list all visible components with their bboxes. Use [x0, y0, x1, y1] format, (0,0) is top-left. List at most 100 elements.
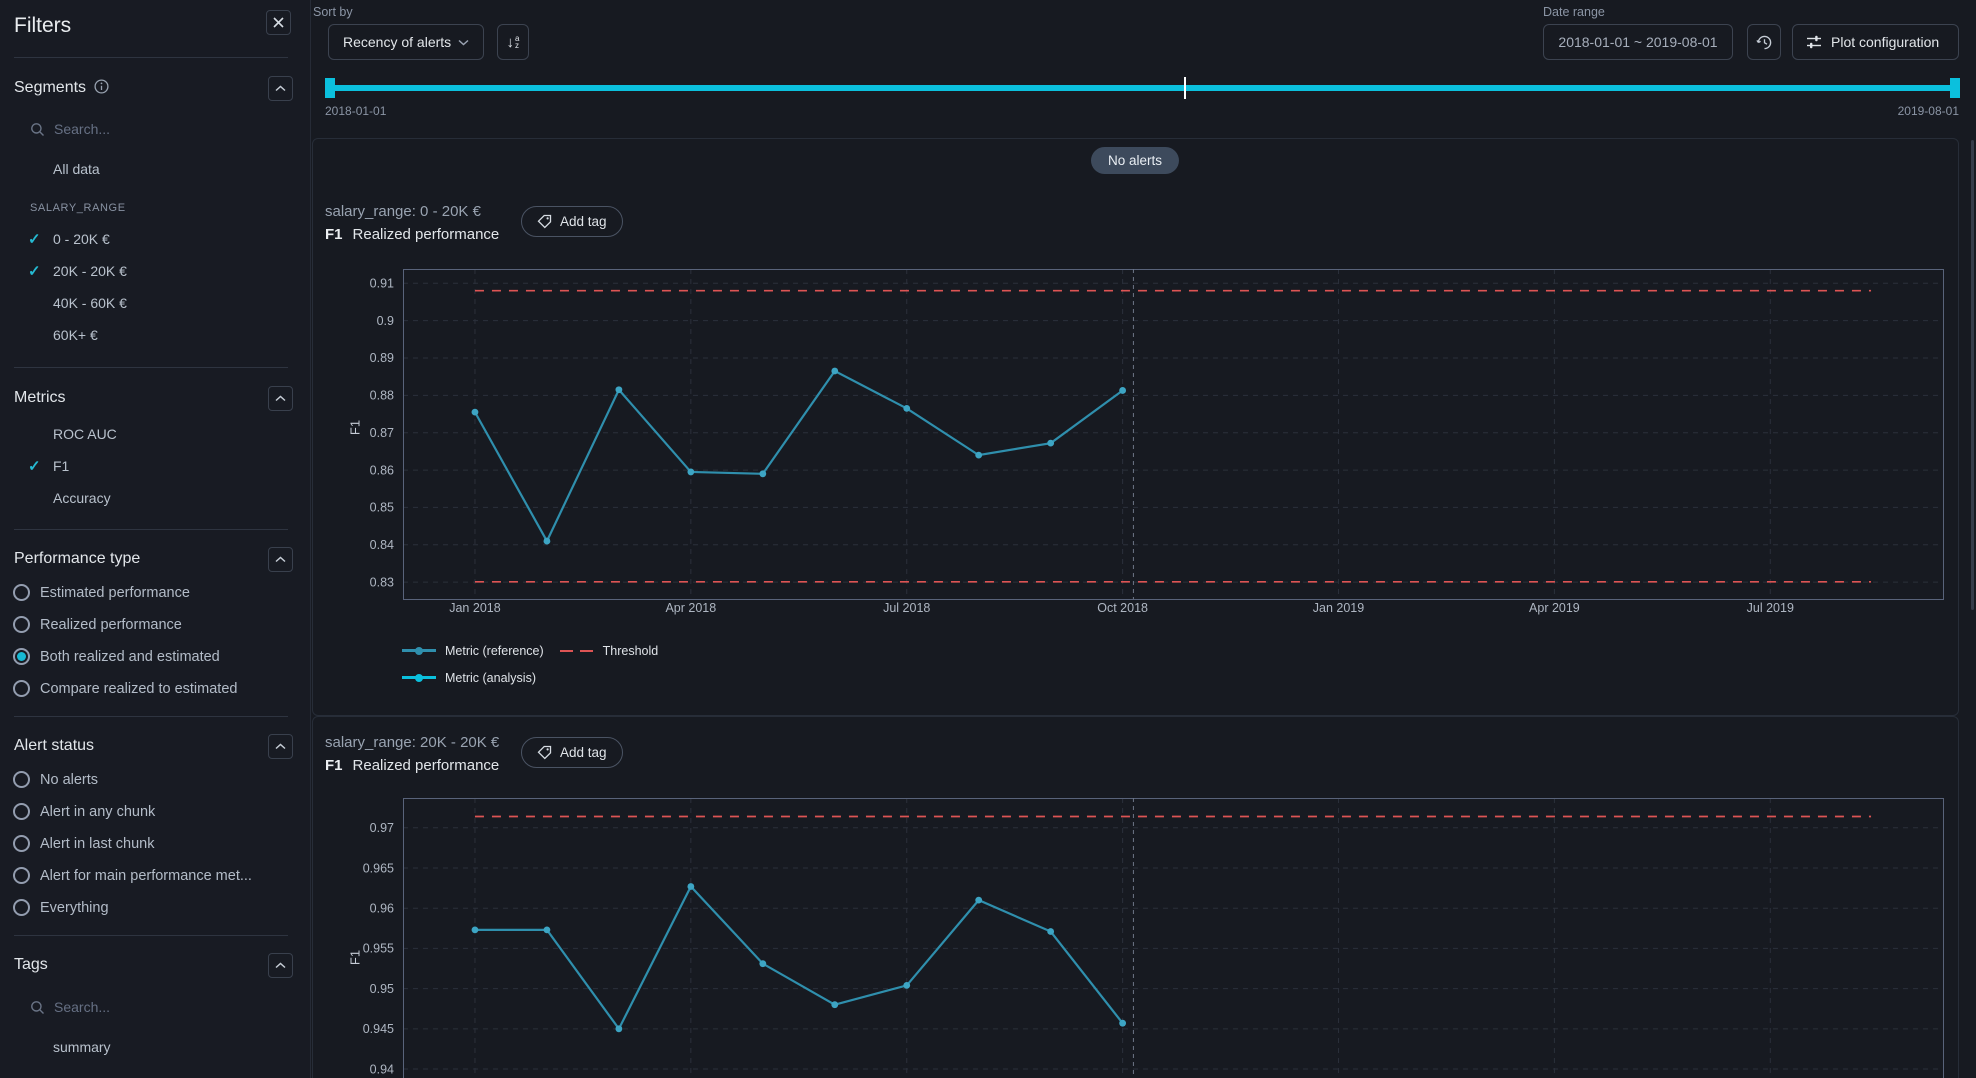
metric-item[interactable]: ROC AUC: [53, 426, 117, 442]
radio-icon: [13, 680, 30, 697]
tag-icon: [537, 214, 552, 229]
search-icon: [30, 122, 45, 137]
tags-search[interactable]: [30, 999, 244, 1015]
chevron-down-icon: [458, 39, 469, 46]
y-tick-label: 0.85: [370, 501, 394, 515]
data-point: [903, 405, 910, 412]
info-icon[interactable]: [94, 79, 109, 99]
reference-line-swatch: [402, 649, 436, 652]
card2-add-tag-button[interactable]: Add tag: [521, 737, 623, 768]
plot-configuration-button[interactable]: Plot configuration: [1792, 24, 1959, 60]
check-icon: ✓: [28, 457, 41, 475]
x-tick-label: Apr 2018: [665, 601, 716, 615]
y-tick-label: 0.83: [370, 575, 394, 589]
close-filters-button[interactable]: [266, 10, 291, 35]
chevron-up-icon: [275, 556, 286, 563]
segments-search-input[interactable]: [54, 121, 244, 137]
data-point: [831, 1001, 838, 1008]
sort-direction-button[interactable]: ↓ az: [497, 24, 529, 60]
radio-everything[interactable]: Everything: [13, 899, 109, 916]
divider: [14, 57, 288, 58]
y-tick-label: 0.87: [370, 426, 394, 440]
legend-metric-reference: Metric (reference): [402, 644, 544, 658]
alert-status-header: Alert status: [14, 737, 94, 755]
radio-both-realized-estimated[interactable]: Both realized and estimated: [13, 648, 220, 665]
y-tick-label: 0.94: [370, 1062, 394, 1076]
x-tick-label: Oct 2018: [1097, 601, 1148, 615]
tags-search-input[interactable]: [54, 999, 244, 1015]
sort-az-icon: ↓ az: [507, 34, 520, 51]
performance-type-header: Performance type: [14, 550, 140, 568]
radio-icon: [13, 867, 30, 884]
y-tick-label: 0.955: [363, 942, 394, 956]
sort-by-label: Sort by: [313, 5, 353, 19]
data-point: [472, 409, 479, 416]
sort-by-dropdown[interactable]: Recency of alerts: [328, 24, 484, 60]
card2-title: F1Realized performance: [325, 757, 499, 774]
card1-legend: Metric (reference) Threshold Metric (ana…: [402, 637, 658, 691]
radio-alert-last-chunk[interactable]: Alert in last chunk: [13, 835, 154, 852]
segments-search[interactable]: [30, 121, 244, 137]
data-point: [1119, 1020, 1126, 1027]
data-point: [544, 927, 551, 934]
x-tick-label: Jan 2019: [1313, 601, 1364, 615]
segment-item[interactable]: 0 - 20K €: [53, 231, 110, 247]
radio-icon: [13, 899, 30, 916]
radio-compare-realized-estimated[interactable]: Compare realized to estimated: [13, 680, 237, 697]
metrics-collapse-button[interactable]: [268, 386, 293, 411]
segment-group-label: SALARY_RANGE: [30, 202, 126, 214]
chevron-up-icon: [275, 962, 286, 969]
data-point: [975, 897, 982, 904]
metrics-header: Metrics: [14, 389, 66, 407]
radio-estimated-performance[interactable]: Estimated performance: [13, 584, 190, 601]
card2-performance-chart[interactable]: 0.970.9650.960.9550.950.9450.94: [330, 796, 1960, 1078]
data-point: [759, 470, 766, 477]
segment-item[interactable]: 20K - 20K €: [53, 263, 127, 279]
y-tick-label: 0.965: [363, 861, 394, 875]
legend-threshold: Threshold: [560, 644, 659, 658]
segment-item-all-data[interactable]: All data: [53, 161, 100, 177]
radio-icon: [13, 771, 30, 788]
chevron-up-icon: [275, 85, 286, 92]
y-tick-label: 0.88: [370, 389, 394, 403]
card1-title: F1Realized performance: [325, 226, 499, 243]
timeline-start-date: 2018-01-01: [325, 104, 386, 118]
radio-icon: [13, 584, 30, 601]
timeline-end-date: 2019-08-01: [1898, 104, 1959, 118]
divider: [14, 716, 288, 717]
metric-item[interactable]: F1: [53, 458, 69, 474]
timeline-slider-handle-end[interactable]: [1950, 78, 1960, 98]
data-point: [1047, 440, 1054, 447]
alert-status-collapse-button[interactable]: [268, 734, 293, 759]
segment-item[interactable]: 60K+ €: [53, 327, 98, 343]
x-tick-label: Jul 2018: [883, 601, 930, 615]
filters-title: Filters: [14, 14, 71, 38]
tag-icon: [537, 745, 552, 760]
radio-alert-any-chunk[interactable]: Alert in any chunk: [13, 803, 155, 820]
reset-date-range-button[interactable]: [1747, 24, 1781, 60]
data-point: [615, 1025, 622, 1032]
segments-collapse-button[interactable]: [268, 76, 293, 101]
radio-alert-main-metric[interactable]: Alert for main performance met...: [13, 867, 252, 884]
metric-item[interactable]: Accuracy: [53, 490, 111, 506]
date-range-input[interactable]: 2018-01-01 ~ 2019-08-01: [1543, 24, 1733, 60]
tags-collapse-button[interactable]: [268, 953, 293, 978]
card1-add-tag-button[interactable]: Add tag: [521, 206, 623, 237]
data-point: [687, 883, 694, 890]
performance-type-collapse-button[interactable]: [268, 547, 293, 572]
timeline-slider-track[interactable]: [325, 85, 1959, 91]
sliders-icon: [1806, 34, 1822, 50]
radio-no-alerts[interactable]: No alerts: [13, 771, 98, 788]
tag-item-summary[interactable]: summary: [53, 1039, 111, 1055]
vertical-scrollbar[interactable]: [1971, 140, 1974, 610]
data-point: [1047, 928, 1054, 935]
radio-realized-performance[interactable]: Realized performance: [13, 616, 182, 633]
divider: [14, 935, 288, 936]
timeline-slider-handle-start[interactable]: [325, 78, 335, 98]
segment-item[interactable]: 40K - 60K €: [53, 295, 127, 311]
card1-performance-chart[interactable]: Jan 2018Apr 2018Jul 2018Oct 2018Jan 2019…: [330, 266, 1960, 622]
timeline-current-position-marker[interactable]: [1184, 77, 1186, 99]
y-tick-label: 0.89: [370, 351, 394, 365]
data-point: [975, 452, 982, 459]
close-icon: [273, 17, 284, 28]
